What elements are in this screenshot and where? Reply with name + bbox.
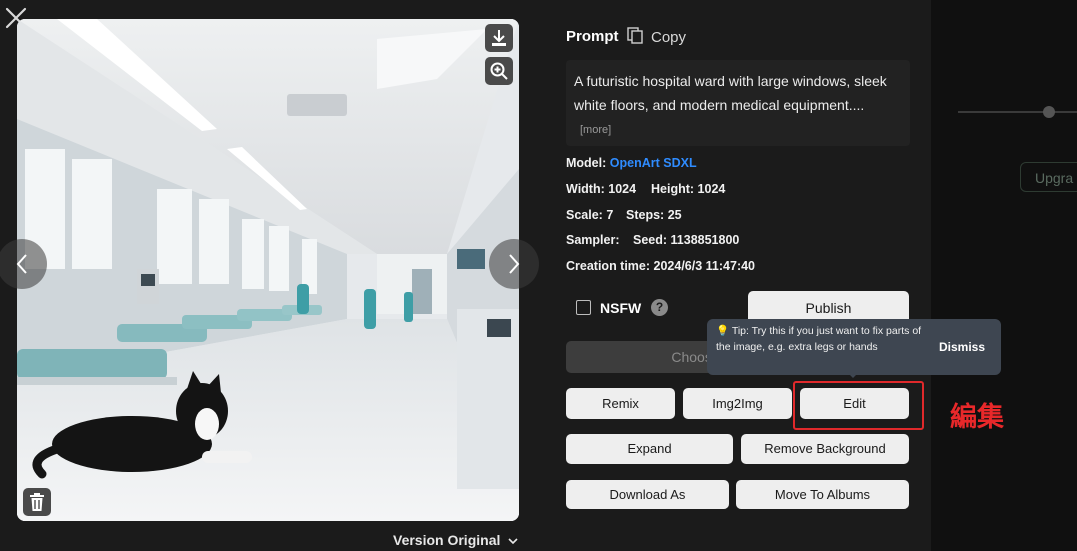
move-to-albums-button[interactable]: Move To Albums [736,480,909,509]
model-label: Model: [566,156,607,170]
generated-image [17,19,519,521]
nsfw-checkbox[interactable] [576,300,591,315]
tip-text: Tip: Try this if you just want to fix pa… [716,325,922,353]
sampler-label: Sampler: [566,233,620,247]
height-label: Height: [651,182,695,196]
scale-field: Scale: 7 [566,208,613,222]
height-value: 1024 [697,182,726,196]
seed-field: Seed: 1138851800 [633,233,739,247]
zoom-in-icon[interactable] [485,57,513,85]
steps-label: Steps: [626,208,665,222]
model-row: Model: OpenArt SDXL [566,156,697,170]
tip-text-block: 💡 Tip: Try this if you just want to fix … [716,323,926,355]
version-label: Version Original [393,532,501,548]
help-icon[interactable]: ? [651,299,668,316]
creation-time-field: Creation time: 2024/6/3 11:47:40 [566,259,755,273]
width-field: Width: 1024 [566,182,636,196]
remove-background-button[interactable]: Remove Background [741,434,909,464]
edit-highlight-box [793,381,924,430]
prompt-text: A futuristic hospital ward with large wi… [574,73,887,113]
background-slider-track [958,111,1077,113]
version-selector[interactable]: Version Original [393,532,518,548]
prompt-title: Prompt [566,28,619,45]
background-page [930,0,1077,551]
steps-field: Steps: 25 [626,208,682,222]
lightbulb-icon: 💡 [716,325,730,337]
next-image-arrow[interactable] [489,239,539,289]
remix-button[interactable]: Remix [566,388,675,419]
steps-value: 25 [667,208,682,222]
tooltip-arrow [847,372,859,378]
scale-value: 7 [606,208,614,222]
model-link[interactable]: OpenArt SDXL [610,156,697,170]
height-field: Height: 1024 [651,182,725,196]
creation-time-label: Creation time: [566,259,651,273]
copy-icon [627,27,643,48]
background-slider-knob [1043,106,1055,118]
expand-button[interactable]: Expand [566,434,733,464]
copy-label: Copy [651,29,687,46]
sampler-field: Sampler: [566,233,620,247]
dismiss-button[interactable]: Dismiss [939,340,985,354]
creation-time-value: 2024/6/3 11:47:40 [653,259,756,273]
copy-button[interactable]: Copy [627,27,686,48]
chevron-down-icon [508,532,518,548]
prompt-text-box: A futuristic hospital ward with large wi… [566,60,910,146]
img2img-button[interactable]: Img2Img [683,388,792,419]
seed-value: 1138851800 [670,233,740,247]
annotation-label: 編集 [950,402,1004,432]
width-label: Width: [566,182,605,196]
download-icon[interactable] [485,24,513,52]
more-link[interactable]: [more] [580,124,611,136]
nsfw-label: NSFW [600,300,642,316]
download-as-button[interactable]: Download As [566,480,729,509]
background-upgrade-button: Upgra [1020,162,1077,192]
width-value: 1024 [608,182,637,196]
trash-icon[interactable] [23,488,51,516]
scale-label: Scale: [566,208,603,222]
seed-label: Seed: [633,233,668,247]
